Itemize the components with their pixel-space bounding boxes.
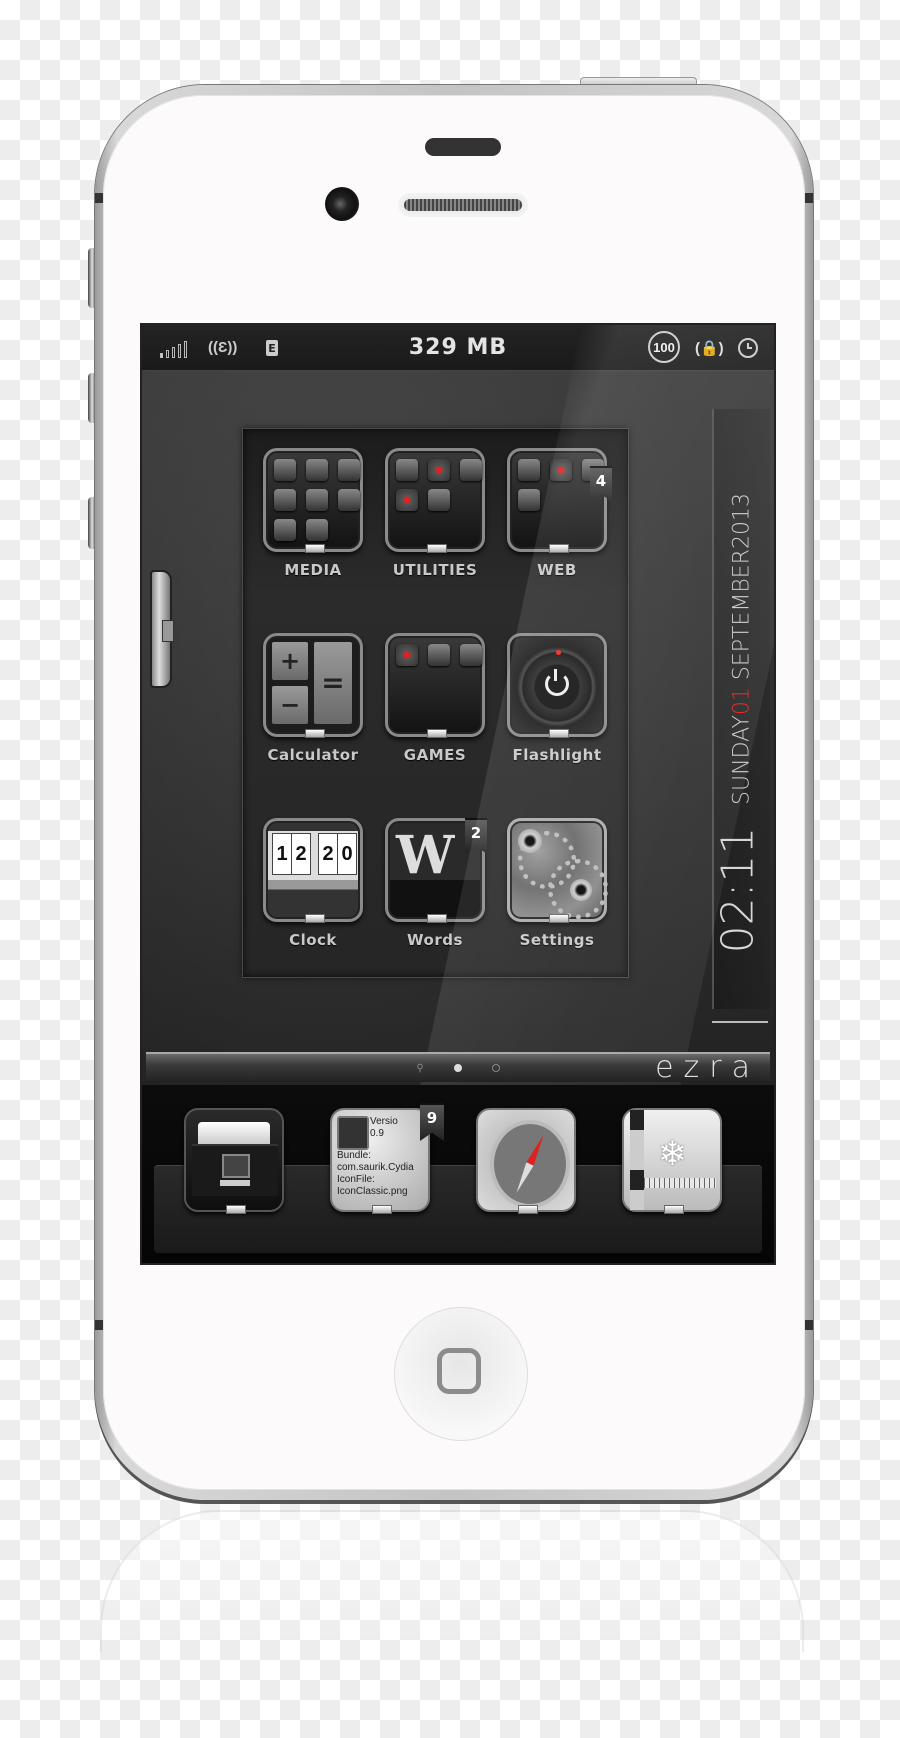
dock-app-cydia[interactable]: Versio 0.9 Bundle: com.saurik.Cydia Icon… (330, 1108, 430, 1214)
antenna-band (95, 1320, 103, 1330)
home-screen: ((Ɛ)) E 329 MB 100 (🔒) MEDIA UTILITIES 4… (142, 325, 774, 1263)
snowflake-icon: ❄ (658, 1134, 687, 1174)
dock: Versio 0.9 Bundle: com.saurik.Cydia Icon… (142, 1085, 774, 1263)
status-bar: ((Ɛ)) E 329 MB 100 (🔒) (142, 325, 774, 371)
rotation-lock-icon: (🔒) (695, 339, 724, 357)
carrier-badge: E (266, 340, 278, 356)
app-clock[interactable]: 1 2 2 0 Clock (258, 818, 368, 949)
app-label: WEB (537, 561, 577, 579)
network-e-icon: ((Ɛ)) (208, 339, 238, 356)
page-dot-active[interactable] (453, 1064, 462, 1072)
dock-app-safari[interactable] (476, 1108, 576, 1214)
cydia-icon (337, 1116, 369, 1150)
gears-icon (507, 818, 608, 923)
antenna-band (805, 1320, 813, 1330)
folder-games[interactable]: GAMES (380, 633, 490, 764)
antenna-band (95, 193, 103, 203)
power-button-icon (507, 633, 607, 738)
badge-ribbon: 9 (420, 1103, 444, 1141)
flip-clock-icon: 1 2 2 0 (263, 818, 363, 923)
theme-brand: ezra (655, 1050, 760, 1085)
page-dot[interactable] (491, 1064, 500, 1072)
folder-utilities[interactable]: UTILITIES (380, 448, 490, 579)
cydia-bundle-text: Bundle: com.saurik.Cydia IconFile: IconC… (337, 1150, 414, 1197)
dock-app-files[interactable] (184, 1108, 284, 1214)
spotlight-search-icon[interactable]: ⚲ (416, 1063, 423, 1074)
app-label: Settings (519, 931, 595, 949)
phone-reflection (100, 1510, 804, 1652)
dock-app-notes[interactable]: ❄ (622, 1108, 722, 1214)
folder-icon (385, 448, 485, 553)
ruler-icon (644, 1178, 716, 1188)
folder-web[interactable]: 4 WEB (502, 448, 612, 579)
battery-percent: 100 (648, 331, 680, 363)
app-label: Flashlight (512, 746, 602, 764)
app-label: UTILITIES (392, 561, 478, 579)
date-text: SUNDAY01 SEPTEMBER2013 (729, 493, 755, 805)
signal-bars-icon (160, 341, 187, 358)
app-label: GAMES (403, 746, 467, 764)
folder-icon (263, 448, 363, 553)
app-settings[interactable]: Settings (502, 818, 612, 949)
speaker-grille (401, 196, 525, 214)
page-indicator-bar: ⚲ ezra (146, 1050, 770, 1085)
app-flashlight[interactable]: Flashlight (502, 633, 612, 764)
alarm-clock-icon (738, 325, 758, 370)
earpiece (425, 138, 501, 156)
time-readout: 02:11 (712, 826, 764, 954)
app-calculator[interactable]: + − = Calculator (258, 633, 368, 764)
app-label: Calculator (267, 746, 359, 764)
app-label: Words (407, 931, 463, 949)
folder-media[interactable]: MEDIA (258, 448, 368, 579)
calculator-icon: + − = (263, 633, 363, 738)
folder-icon (385, 633, 485, 738)
antenna-band (805, 193, 813, 203)
cydia-version-text: Versio 0.9 (370, 1116, 398, 1139)
app-label: Clock (289, 931, 337, 949)
front-camera (325, 187, 359, 221)
home-button[interactable] (394, 1307, 528, 1441)
drawer-handle[interactable] (150, 570, 174, 688)
compass-icon (490, 1120, 570, 1208)
app-label: MEDIA (284, 561, 342, 579)
app-words[interactable]: W 2 Words (380, 818, 490, 949)
home-square-icon (437, 1348, 481, 1394)
app-grid-panel: MEDIA UTILITIES 4 WEB + − = Calculator G… (242, 428, 629, 978)
divider (712, 1021, 768, 1023)
